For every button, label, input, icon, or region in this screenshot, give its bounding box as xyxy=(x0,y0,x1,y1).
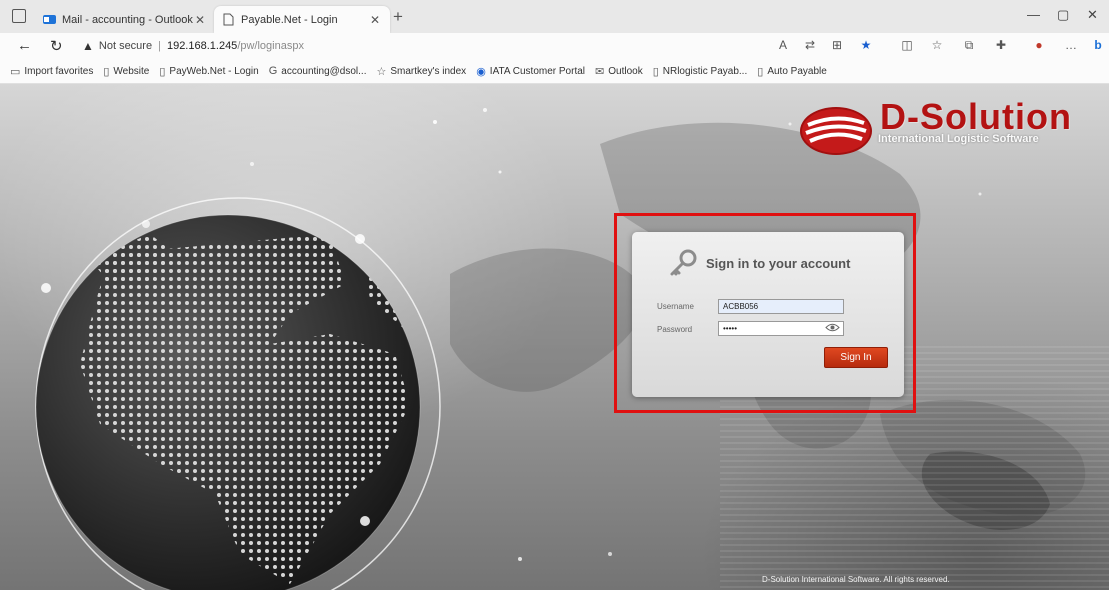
translate-icon[interactable]: ⇄ xyxy=(803,38,817,52)
bookmark-import-favorites[interactable]: ▭ Import favorites xyxy=(10,65,93,78)
bookmark-nrlogistic[interactable]: ▯ NRlogistic Payab... xyxy=(653,65,748,78)
tab-strip: Mail - accounting - Outlook ✕ Payable.Ne… xyxy=(0,0,1109,34)
folder-icon: ▭ xyxy=(10,65,21,78)
security-status: Not secure xyxy=(98,40,153,52)
mail-icon: ✉ xyxy=(595,65,605,78)
brand-name: D-Solution xyxy=(880,96,1072,137)
close-window-icon[interactable]: ✕ xyxy=(1087,7,1098,23)
login-header: Sign in to your account xyxy=(668,248,850,278)
bookmark-smartkey[interactable]: ☆ Smartkey's index xyxy=(376,65,466,78)
warning-icon: ▲ xyxy=(82,39,94,53)
username-input[interactable] xyxy=(718,299,844,314)
page-icon: ▯ xyxy=(103,65,110,78)
page-icon xyxy=(223,13,234,26)
bookmarks-bar: ▭ Import favorites ▯ Website ▯ PayWeb.Ne… xyxy=(0,59,1109,84)
url-host: 192.168.1.245 xyxy=(166,40,238,52)
bookmark-accounting[interactable]: G accounting@dsol... xyxy=(269,65,367,77)
app-icon[interactable]: ⊞ xyxy=(830,38,844,52)
bookmark-outlook[interactable]: ✉ Outlook xyxy=(595,65,643,78)
bookmark-payweb-login[interactable]: ▯ PayWeb.Net - Login xyxy=(159,65,258,78)
password-label: Password xyxy=(657,325,693,334)
refresh-icon[interactable]: ↻ xyxy=(50,37,63,55)
split-screen-icon[interactable]: ◫ xyxy=(900,38,914,52)
favorites-icon[interactable]: ☆ xyxy=(930,38,944,52)
tab-outlook[interactable]: Mail - accounting - Outlook ✕ xyxy=(35,6,215,33)
close-tab-icon[interactable]: ✕ xyxy=(368,13,382,27)
restore-icon[interactable]: ▢ xyxy=(1057,7,1069,23)
tab-payable-login[interactable]: Payable.Net - Login ✕ xyxy=(214,6,390,33)
page-icon: ▯ xyxy=(159,65,166,78)
copyright-footer: D-Solution International Software. All r… xyxy=(762,575,950,584)
login-form: Sign in to your account Username Passwor… xyxy=(632,232,904,397)
close-tab-icon[interactable]: ✕ xyxy=(193,13,207,27)
key-icon xyxy=(670,249,697,276)
google-icon: G xyxy=(268,65,278,77)
url-path: /pw/loginaspx xyxy=(237,40,304,52)
page-icon: ▯ xyxy=(652,65,659,78)
extensions-icon[interactable]: ✚ xyxy=(994,38,1008,52)
favorite-star-icon[interactable]: ★ xyxy=(859,38,873,52)
show-password-icon[interactable] xyxy=(825,322,840,333)
collections-icon[interactable]: ⧉ xyxy=(962,38,976,52)
outlook-icon xyxy=(43,15,56,24)
tab-actions-icon[interactable] xyxy=(12,9,26,23)
username-label: Username xyxy=(657,302,694,311)
profile-icon[interactable]: ● xyxy=(1032,38,1046,52)
more-options-icon[interactable]: … xyxy=(1064,38,1078,52)
bookmark-iata[interactable]: ◉ IATA Customer Portal xyxy=(476,65,585,78)
navigation-toolbar: ← ↻ ▲ Not secure | 192.168.1.245 /pw/log… xyxy=(0,33,1109,59)
copilot-icon[interactable]: b xyxy=(1091,38,1105,52)
brand-tagline: International Logistic Software xyxy=(878,133,1039,145)
page-icon: ▯ xyxy=(757,65,764,78)
back-icon[interactable]: ← xyxy=(17,37,32,54)
address-bar[interactable]: ▲ Not secure | 192.168.1.245 /pw/loginas… xyxy=(82,36,772,56)
bookmark-website[interactable]: ▯ Website xyxy=(103,65,149,78)
iata-icon: ◉ xyxy=(476,65,486,78)
new-tab-icon[interactable]: + xyxy=(393,8,403,25)
tab-title: Mail - accounting - Outlook xyxy=(62,13,193,26)
sign-in-button[interactable]: Sign In xyxy=(824,347,888,368)
login-page: D-Solution International Logistic Softwa… xyxy=(0,84,1109,590)
minimize-icon[interactable]: — xyxy=(1027,7,1040,22)
bookmark-auto-payable[interactable]: ▯ Auto Payable xyxy=(757,65,827,78)
login-title: Sign in to your account xyxy=(706,255,851,271)
star-icon: ☆ xyxy=(376,65,387,78)
read-aloud-icon[interactable]: A xyxy=(776,38,790,52)
tab-title: Payable.Net - Login xyxy=(241,13,338,26)
background-graphics xyxy=(35,108,1109,590)
globe xyxy=(35,214,421,590)
